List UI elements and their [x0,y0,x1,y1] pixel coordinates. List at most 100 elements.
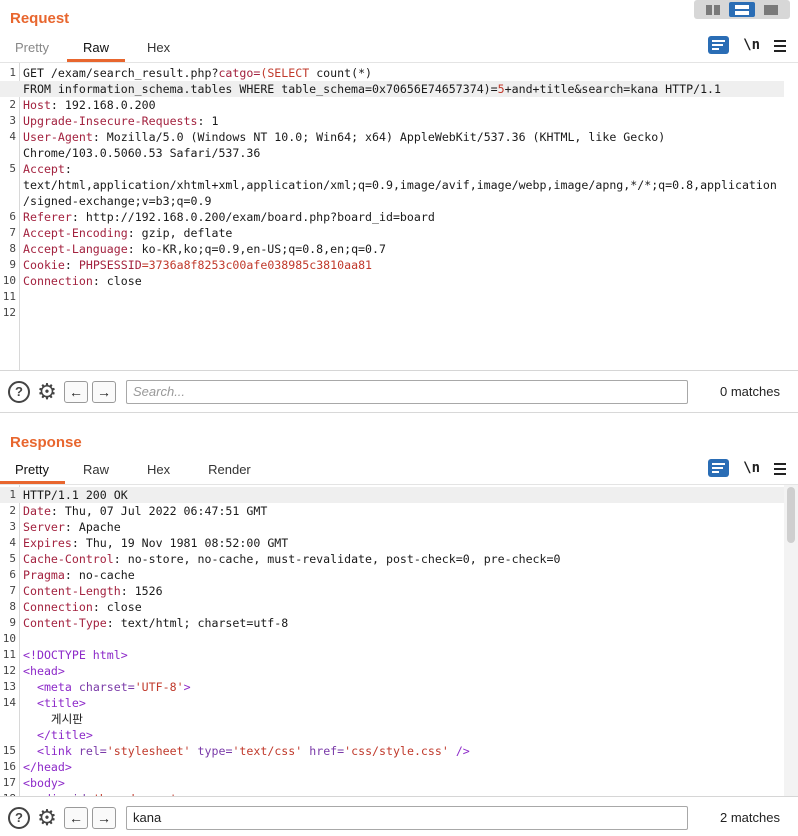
code-line: 2 Host: 192.168.0.200 [0,97,784,113]
line-number: 5 [9,552,16,565]
code-line: 게시판 [0,711,784,727]
tab-hex[interactable]: Hex [147,36,170,60]
code-token: Accept-Encoding [23,226,128,240]
code-line: 3 Server: Apache [0,519,784,535]
response-editor[interactable]: 1 HTTP/1.1 200 OK 2 Date: Thu, 07 Jul 2022 … [0,484,798,796]
code-token: : gzip, deflate [127,226,233,240]
code-line: 6 Referer: http://192.168.0.200/exam/boar… [0,209,784,225]
layout-single-button[interactable] [758,2,784,17]
layout-side-by-side-button[interactable] [700,2,726,17]
code-token: 'stylesheet' [106,744,191,758]
code-text: <title> [20,695,86,711]
line-number: 3 [9,114,16,127]
settings-gear-icon[interactable]: ⚙ [36,380,58,403]
code-token: Expires [23,536,72,550]
tab-raw[interactable]: Raw [66,36,126,62]
line-number: 6 [9,568,16,581]
tab-pretty[interactable]: Pretty [15,36,49,60]
rows-layout-icon [734,4,749,15]
code-text: Server: Apache [20,519,121,535]
request-search-bar: ? ⚙ ← → 0 matches [0,370,798,412]
line-number [0,193,20,209]
line-number: 12 [2,664,16,677]
line-number: 4 [9,536,16,549]
code-token: 게시판 [23,712,83,726]
response-search-input[interactable] [126,805,688,830]
code-token: </head> [23,760,72,774]
code-token: : close [92,274,142,288]
code-text: text/html,application/xhtml+xml,applicat… [20,177,777,193]
previous-match-button[interactable]: ← [64,806,88,829]
code-line: 5 Cache-Control: no-store, no-cache, must… [0,551,784,567]
line-number: 12 [2,306,16,319]
code-text: <link rel='stylesheet' type='text/css' h… [20,743,470,759]
code-token: =3736a8f8253c00afe038985c3810aa81 [141,258,373,272]
code-line: 1 HTTP/1.1 200 OK [0,487,784,503]
code-token: PHPSESSID [78,258,142,272]
wrap-lines-button[interactable] [708,459,730,477]
tab-render[interactable]: Render [208,458,251,482]
code-token: FROM information_schema.tables WHERE tab… [23,82,498,96]
code-line: 16 </head> [0,759,784,775]
code-token: : Apache [64,520,121,534]
code-token: 'css/style.css' [344,744,449,758]
show-newlines-button[interactable]: \n [743,37,760,53]
code-token: : no-store, no-cache, must-revalidate, p… [113,552,561,566]
tab-hex[interactable]: Hex [147,458,170,482]
layout-stacked-button[interactable] [728,2,755,17]
code-text: 게시판 [20,711,83,727]
code-token: type= [190,744,233,758]
pane-divider[interactable] [0,412,798,424]
tab-raw[interactable]: Raw [83,458,109,482]
code-line: 9 Cookie: PHPSESSID=3736a8f8253c00afe0389… [0,257,784,273]
layout-toggle-group [694,0,790,19]
code-token: text/html,application/xhtml+xml,applicat… [23,178,777,192]
line-number [0,81,20,97]
code-line: 15 <link rel='stylesheet' type='text/css… [0,743,784,759]
help-icon[interactable]: ? [8,380,30,403]
code-text: User-Agent: Mozilla/5.0 (Windows NT 10.0… [20,129,665,145]
code-token: : http://192.168.0.200/exam/board.php?bo… [71,210,435,224]
code-text: Host: 192.168.0.200 [20,97,156,113]
line-number: 4 [9,130,16,143]
code-token: HTTP/1.1 200 OK [23,488,128,502]
code-line: 7 Accept-Encoding: gzip, deflate [0,225,784,241]
code-token: Content-Type [23,616,107,630]
scrollbar-thumb[interactable] [787,487,795,543]
line-number: 5 [9,162,16,175]
response-tabs: Pretty Raw Hex Render [0,458,259,484]
code-text: Accept-Encoding: gzip, deflate [20,225,232,241]
help-icon[interactable]: ? [8,806,30,829]
request-editor[interactable]: 1 GET /exam/search_result.php?catgo=(SELE… [0,62,798,370]
code-token: Date [23,504,51,518]
code-token: Cookie [23,258,65,272]
show-newlines-button[interactable]: \n [743,460,760,476]
code-token: : Thu, 19 Nov 1981 08:52:00 GMT [71,536,289,550]
code-line: 11 [0,289,784,305]
settings-gear-icon[interactable]: ⚙ [36,806,58,829]
code-token: User-Agent [23,130,93,144]
hamburger-menu-icon[interactable] [774,39,786,52]
tab-pretty[interactable]: Pretty [0,458,65,484]
code-token: /signed-exchange;v=b3;q=0.9 [23,194,212,208]
request-search-input[interactable] [126,379,688,404]
wrap-lines-button[interactable] [708,36,730,54]
next-match-button[interactable]: → [92,806,116,829]
response-search-bar: ? ⚙ ← → 2 matches [0,796,798,836]
response-scrollbar[interactable] [784,485,798,796]
previous-match-button[interactable]: ← [64,380,88,403]
code-token: 'text/css' [232,744,303,758]
next-match-button[interactable]: → [92,380,116,403]
request-title: Request [10,10,70,27]
hamburger-menu-icon[interactable] [774,462,786,475]
code-token: Chrome/103.0.5060.53 Safari/537.36 [23,146,261,160]
code-line: 1 GET /exam/search_result.php?catgo=(SELE… [0,65,784,81]
code-text: Chrome/103.0.5060.53 Safari/537.36 [20,145,260,161]
line-number: 7 [9,226,16,239]
code-token: <body> [23,776,65,790]
code-token: <title> [36,696,86,710]
